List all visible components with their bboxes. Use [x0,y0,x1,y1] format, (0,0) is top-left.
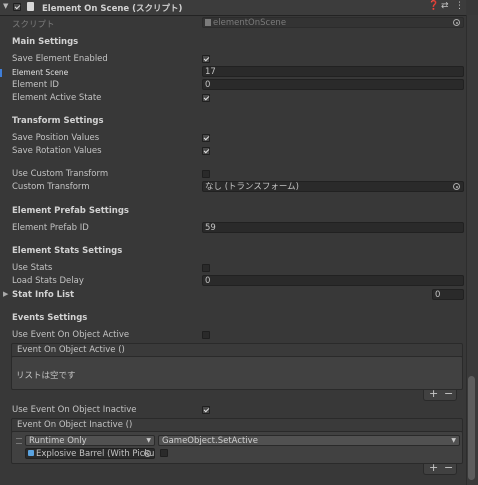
save-position-checkbox[interactable] [202,134,210,142]
save-position-label: Save Position Values [12,133,100,143]
custom-transform-field[interactable]: なし (トランスフォーム) [202,181,464,192]
element-id-field[interactable]: 0 [202,79,464,90]
element-active-state-checkbox[interactable] [202,94,210,102]
target-object-value: Explosive Barrel (With Pickup) [36,449,155,459]
event-inactive-add-remove: + − [423,461,457,475]
gameobject-icon [28,450,34,456]
script-icon [27,2,34,11]
custom-transform-value: なし (トランスフォーム) [205,182,299,192]
use-stats-label: Use Stats [12,263,53,273]
stat-info-list-label[interactable]: Stat Info List [12,290,74,300]
event-active-add-remove: + − [423,387,457,401]
element-scene-field[interactable]: 17 [202,66,464,77]
use-event-inactive-checkbox[interactable] [202,406,210,414]
save-element-enabled-label: Save Element Enabled [12,54,108,64]
stats-settings-heading: Element Stats Settings [12,246,123,256]
script-label: スクリプト [12,20,55,30]
runtime-value: Runtime Only [29,436,87,446]
remove-icon[interactable]: − [444,387,453,400]
use-stats-checkbox[interactable] [202,264,210,272]
event-inactive-header: Event On Object Inactive () [11,418,463,432]
dropdown-arrow-icon: ▼ [146,437,151,444]
function-value: GameObject.SetActive [162,436,258,446]
event-inactive-title: Event On Object Inactive () [17,420,133,430]
fold-arrow-icon[interactable]: ▼ [3,2,8,10]
element-scene-label: Element Scene [12,68,69,77]
script-value: elementOnScene [213,18,287,28]
events-settings-heading: Events Settings [12,313,88,323]
element-prefab-id-label: Element Prefab ID [12,223,89,233]
function-dropdown[interactable]: GameObject.SetActive ▼ [158,435,460,446]
drag-handle-icon[interactable] [16,438,22,444]
element-id-label: Element ID [12,80,59,90]
script-field[interactable]: elementOnScene [202,17,464,28]
load-stats-delay-label: Load Stats Delay [12,276,84,286]
runtime-dropdown[interactable]: Runtime Only ▼ [25,435,155,446]
use-event-active-label: Use Event On Object Active [12,330,130,340]
transform-settings-heading: Transform Settings [12,116,104,126]
element-active-state-label: Element Active State [12,93,102,103]
main-settings-heading: Main Settings [12,37,79,47]
more-options-icon[interactable]: ⋮ [455,1,464,11]
prefab-settings-heading: Element Prefab Settings [12,206,129,216]
add-icon[interactable]: + [429,461,438,474]
modified-marker [0,69,2,77]
use-custom-transform-label: Use Custom Transform [12,169,109,179]
component-title: Element On Scene (スクリプト) [42,4,183,14]
empty-list-text: リストは空です [16,371,76,381]
event-active-title: Event On Object Active () [17,345,125,355]
use-event-inactive-label: Use Event On Object Inactive [12,405,137,415]
stat-info-list-count[interactable]: 0 [432,289,464,300]
load-stats-delay-field[interactable]: 0 [202,275,464,286]
scrollbar-thumb[interactable] [468,376,475,480]
component-header: ▼ Element On Scene (スクリプト) ❓ ⇄ ⋮ [0,0,466,16]
object-picker-icon[interactable] [144,450,151,457]
component-enabled-checkbox[interactable] [13,3,21,11]
event-active-header: Event On Object Active () [11,343,463,357]
custom-transform-label: Custom Transform [12,182,90,192]
element-prefab-id-field[interactable]: 59 [202,222,464,233]
save-rotation-checkbox[interactable] [202,147,210,155]
target-object-field[interactable]: Explosive Barrel (With Pickup) [25,448,155,459]
save-rotation-label: Save Rotation Values [12,146,102,156]
save-element-enabled-checkbox[interactable] [202,55,210,63]
help-icon[interactable]: ❓ [428,1,439,11]
use-event-active-checkbox[interactable] [202,331,210,339]
set-active-argument-checkbox[interactable] [160,449,168,457]
object-picker-icon[interactable] [453,19,460,26]
script-file-icon [205,19,211,26]
dropdown-arrow-icon: ▼ [451,437,456,444]
expand-arrow-icon[interactable]: ▶ [3,290,8,298]
use-custom-transform-checkbox[interactable] [202,170,210,178]
event-active-list: リストは空です [11,356,463,390]
object-picker-icon[interactable] [453,183,460,190]
preset-icon[interactable]: ⇄ [441,1,449,11]
add-icon[interactable]: + [429,387,438,400]
remove-icon[interactable]: − [444,461,453,474]
